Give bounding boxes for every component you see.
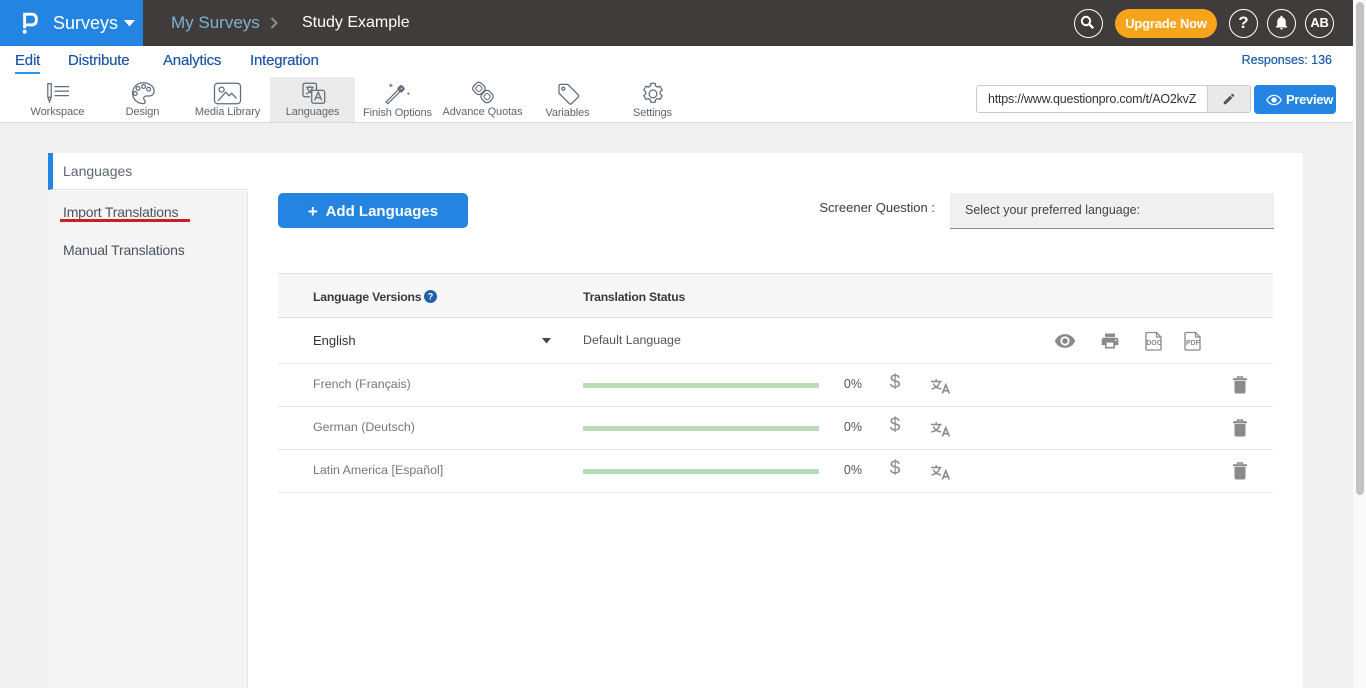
svg-text:PDF: PDF	[1186, 340, 1201, 347]
svg-text:DOC: DOC	[1146, 340, 1162, 347]
svg-text:?: ?	[428, 292, 434, 302]
